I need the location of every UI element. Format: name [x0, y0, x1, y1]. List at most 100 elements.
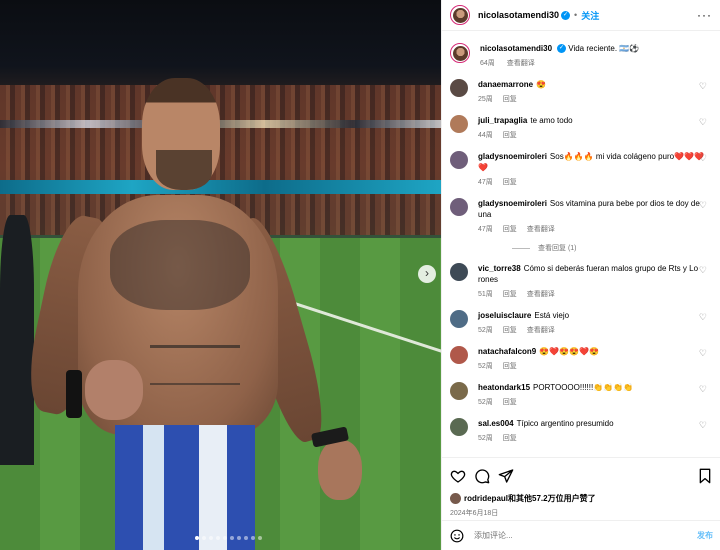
comment-icon[interactable]	[474, 468, 490, 484]
bystander-figure	[0, 215, 34, 465]
header-username[interactable]: nicolasotamendi30	[478, 10, 559, 20]
stadium-lights	[0, 120, 441, 128]
player-beard	[156, 150, 212, 190]
reply-button[interactable]: 回复	[503, 96, 517, 103]
comment-time: 47周	[478, 226, 493, 233]
separator-dot: •	[574, 10, 578, 20]
follow-button[interactable]: 关注	[581, 9, 599, 22]
comment-time: 25周	[478, 96, 493, 103]
comment-username[interactable]: gladysnoemiroleri	[478, 152, 547, 161]
post-photo[interactable]: ›	[0, 0, 441, 550]
reply-button[interactable]: 回复	[503, 435, 517, 442]
heart-icon[interactable]: ♡	[699, 265, 707, 276]
heart-icon[interactable]	[450, 468, 466, 484]
comment-username[interactable]: gladysnoemiroleri	[478, 199, 547, 208]
comment-time: 52周	[478, 435, 493, 442]
comment-username[interactable]: danaemarrone	[478, 80, 533, 89]
action-bar: rodridepaul 和其他57.2万位用户赞了 2024年6月18日	[442, 457, 720, 518]
heart-icon[interactable]: ♡	[699, 384, 707, 395]
post-header: nicolasotamendi30 ✓ • 关注 ···	[442, 0, 720, 31]
carousel-dot	[223, 536, 227, 540]
avatar[interactable]	[450, 382, 468, 400]
carousel-dot	[244, 536, 248, 540]
comment-item: joseluisclaure Está viejo 52周 回复 查看翻译 ♡	[450, 310, 713, 336]
reply-button[interactable]: 回复	[503, 179, 517, 186]
emoji-icon[interactable]	[450, 529, 464, 543]
reply-button[interactable]: 回复	[503, 327, 517, 334]
verified-icon: ✓	[557, 44, 567, 54]
avatar[interactable]	[450, 418, 468, 436]
heart-icon[interactable]: ♡	[699, 153, 707, 164]
likes-username[interactable]: rodridepaul	[464, 494, 508, 503]
avatar[interactable]	[450, 115, 468, 133]
carousel-dots	[195, 536, 262, 540]
comment-composer: 发布	[442, 520, 720, 550]
translate-link[interactable]: 查看翻译	[527, 291, 555, 298]
carousel-dot	[251, 536, 255, 540]
post-date: 2024年6月18日	[450, 510, 499, 517]
share-icon[interactable]	[498, 468, 514, 484]
comment-item: vic_torre38 Cómo si deberás fueran malos …	[450, 263, 713, 300]
comment-username[interactable]: joseluisclaure	[478, 311, 531, 320]
comment-item: danaemarrone 😍 25周 回复 ♡	[450, 79, 713, 105]
reply-button[interactable]: 回复	[503, 363, 517, 370]
comment-username[interactable]: juli_trapaglia	[478, 116, 527, 125]
comment-text: 😍❤️😍😍❤️😍	[539, 347, 600, 356]
comment-text: 😍	[536, 80, 547, 89]
more-icon[interactable]: ···	[697, 8, 712, 22]
caption-time: 64周	[480, 60, 495, 67]
reply-button[interactable]: 回复	[503, 226, 517, 233]
avatar	[450, 493, 461, 504]
comment-list[interactable]: nicolasotamendi30 ✓ Vida reciente. 🇦🇷⚽ 64…	[442, 31, 720, 457]
verified-icon: ✓	[561, 10, 571, 20]
player-right-hand	[318, 440, 362, 500]
avatar[interactable]	[450, 5, 470, 25]
heart-icon[interactable]: ♡	[699, 312, 707, 323]
comment-input[interactable]	[474, 531, 697, 540]
comment-time: 51周	[478, 291, 493, 298]
heart-icon[interactable]: ♡	[699, 81, 707, 92]
likes-text[interactable]: 和其他57.2万位用户赞了	[508, 493, 596, 504]
comment-time: 52周	[478, 363, 493, 370]
comment-text: Está viejo	[534, 311, 570, 320]
comment-username[interactable]: vic_torre38	[478, 264, 521, 273]
comment-time: 44周	[478, 132, 493, 139]
chest-tattoo	[110, 220, 250, 310]
heart-icon[interactable]: ♡	[699, 200, 707, 211]
post-button[interactable]: 发布	[697, 530, 713, 541]
avatar[interactable]	[450, 346, 468, 364]
translate-link[interactable]: 查看翻译	[527, 327, 555, 334]
comment-time: 52周	[478, 399, 493, 406]
reply-button[interactable]: 回复	[503, 291, 517, 298]
comment-username[interactable]: sal.es004	[478, 419, 514, 428]
avatar[interactable]	[450, 79, 468, 97]
bookmark-icon[interactable]	[697, 468, 713, 484]
carousel-dot	[209, 536, 213, 540]
comment-item: sal.es004 Típico argentino presumido 52周 回复…	[450, 418, 713, 444]
comment-username[interactable]: natachafalcon9	[478, 347, 536, 356]
avatar[interactable]	[450, 263, 468, 281]
watch	[66, 370, 82, 418]
likes-summary[interactable]: rodridepaul 和其他57.2万位用户赞了	[450, 493, 713, 504]
chevron-right-icon[interactable]: ›	[418, 265, 436, 283]
comment-username[interactable]: heatondark15	[478, 383, 530, 392]
reply-button[interactable]: 回复	[503, 399, 517, 406]
avatar[interactable]	[450, 151, 468, 169]
avatar[interactable]	[450, 43, 470, 63]
comment-time: 52周	[478, 327, 493, 334]
comment-text: te amo todo	[530, 116, 573, 125]
translate-link[interactable]: 查看翻译	[507, 60, 535, 67]
comment-item: natachafalcon9 😍❤️😍😍❤️😍 52周 回复 ♡	[450, 346, 713, 372]
comment-item: heatondark15 PORTOOOO!!!!!!👏👏👏👏 52周 回复 ♡	[450, 382, 713, 408]
avatar[interactable]	[450, 310, 468, 328]
heart-icon[interactable]: ♡	[699, 420, 707, 431]
heart-icon[interactable]: ♡	[699, 117, 707, 128]
heart-icon[interactable]: ♡	[699, 348, 707, 359]
player-fist	[85, 360, 143, 420]
caption-username[interactable]: nicolasotamendi30	[480, 44, 552, 53]
reply-button[interactable]: 回复	[503, 132, 517, 139]
view-replies-button[interactable]: 查看回复 (1)	[512, 243, 713, 253]
translate-link[interactable]: 查看翻译	[527, 226, 555, 233]
avatar[interactable]	[450, 198, 468, 216]
carousel-dot	[237, 536, 241, 540]
